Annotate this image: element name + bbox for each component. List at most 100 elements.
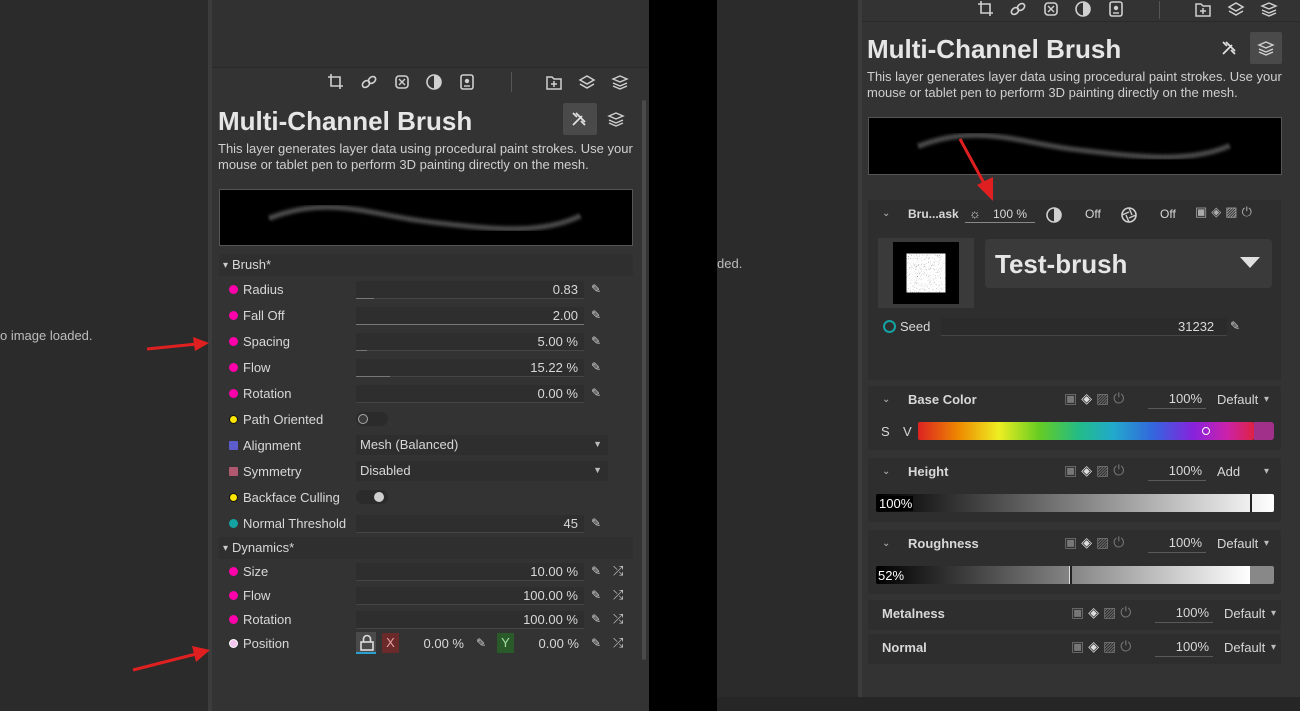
position-x-value[interactable]: 0.00 % <box>402 636 464 651</box>
channel-opacity[interactable]: 100% <box>1155 605 1213 623</box>
layers-down-icon[interactable] <box>578 73 596 91</box>
channel-opacity[interactable]: 100% <box>1148 535 1206 553</box>
chevron-down-icon[interactable]: ⌄ <box>882 394 890 405</box>
edit-icon[interactable]: ✎ <box>591 334 601 348</box>
layers-stack-icon[interactable] <box>1260 0 1278 18</box>
mask-icon[interactable] <box>1107 0 1125 18</box>
param-label: Spacing <box>243 334 290 349</box>
add-layer-icon[interactable] <box>1194 0 1212 18</box>
middle-viewer: ded. <box>717 0 858 711</box>
brush-thumbnail[interactable] <box>878 238 974 308</box>
left-toolbar <box>212 68 649 96</box>
roughness-gradient-slider[interactable]: 52% <box>876 566 1274 584</box>
color-swatch[interactable] <box>1254 422 1274 440</box>
layers-stack-icon[interactable] <box>611 73 629 91</box>
channel-toggle-icons[interactable]: ▣◈▨⏻ <box>1195 204 1256 220</box>
edit-icon[interactable]: ✎ <box>591 308 601 322</box>
blend-mode-dropdown[interactable]: Add <box>1217 464 1240 479</box>
bake-icon[interactable] <box>393 73 411 91</box>
layers-icon[interactable] <box>607 110 625 128</box>
lock-button[interactable] <box>356 632 376 654</box>
contrast-icon[interactable] <box>1074 0 1092 18</box>
edit-icon[interactable]: ✎ <box>591 516 601 530</box>
chevron-down-icon[interactable]: ▾ <box>1264 394 1269 405</box>
shuffle-icon[interactable]: ⤮ <box>613 587 623 603</box>
aperture-icon[interactable] <box>1120 206 1137 223</box>
channel-opacity[interactable]: 100% <box>1148 463 1206 481</box>
shuffle-icon[interactable]: ⤮ <box>613 563 623 579</box>
channel-opacity[interactable]: 100% <box>1155 639 1213 657</box>
layers-icon <box>1257 39 1275 57</box>
brush-mask-header[interactable]: ⌄ Bru...ask ☼ 100 % Off Off ▣◈▨⏻ <box>868 200 1281 228</box>
contrast-icon[interactable] <box>1045 206 1062 223</box>
channel-opacity[interactable]: 100% <box>1148 391 1206 409</box>
param-value: 100.00 % <box>523 588 578 603</box>
channel-toggle-icons[interactable]: ▣◈▨⏻ <box>1064 534 1128 551</box>
param-label: Fall Off <box>243 308 285 323</box>
dynamics-section-header[interactable]: ▾ Dynamics* <box>219 537 633 559</box>
edit-icon[interactable]: ✎ <box>591 386 601 400</box>
intensity-field[interactable]: ☼ 100 % <box>965 205 1035 223</box>
link-icon[interactable] <box>360 73 378 91</box>
height-gradient-slider[interactable]: 100% <box>876 494 1274 512</box>
hue-spectrum-slider[interactable] <box>918 422 1254 440</box>
magenta-channel-dot <box>229 615 238 624</box>
s-label[interactable]: S <box>881 424 890 439</box>
left-scrollbar[interactable] <box>642 100 646 660</box>
chevron-down-icon[interactable]: ▾ <box>1271 642 1276 653</box>
bake-icon[interactable] <box>1042 0 1060 18</box>
shuffle-icon[interactable]: ⤮ <box>613 611 623 627</box>
edit-icon[interactable]: ✎ <box>591 588 601 602</box>
layers-down-icon[interactable] <box>1227 0 1245 18</box>
symmetry-dropdown[interactable]: Disabled ▼ <box>356 461 608 481</box>
param-label: Size <box>243 564 269 579</box>
channel-toggle-icons[interactable]: ▣◈▨⏻ <box>1064 390 1128 407</box>
shuffle-icon[interactable]: ⤮ <box>613 635 623 651</box>
blend-mode-dropdown[interactable]: Default <box>1217 392 1258 407</box>
edit-icon[interactable]: ✎ <box>591 636 601 650</box>
edit-icon[interactable]: ✎ <box>476 636 486 650</box>
blend-mode-dropdown[interactable]: Default <box>1224 606 1265 621</box>
contrast-off-value[interactable]: Off <box>1085 207 1101 221</box>
backface-culling-toggle[interactable] <box>356 490 388 504</box>
alignment-dropdown[interactable]: Mesh (Balanced) ▼ <box>356 435 608 455</box>
add-layer-icon[interactable] <box>545 73 563 91</box>
chevron-down-icon[interactable]: ⌄ <box>882 466 890 477</box>
channel-toggle-icons[interactable]: ▣◈▨⏻ <box>1071 604 1135 621</box>
brush-preset-dropdown[interactable]: Test-brush <box>985 239 1272 288</box>
chevron-down-icon[interactable]: ⌄ <box>882 538 890 549</box>
chevron-down-icon[interactable]: ▾ <box>1271 608 1276 619</box>
toggle-knob <box>374 492 384 502</box>
brush-mode-button[interactable] <box>563 103 597 135</box>
position-y-value[interactable]: 0.00 % <box>517 636 579 651</box>
hue-handle[interactable] <box>1202 427 1210 435</box>
height-handle[interactable] <box>1250 494 1252 512</box>
contrast-icon[interactable] <box>425 73 443 91</box>
crop-icon[interactable] <box>977 0 995 18</box>
edit-icon[interactable]: ✎ <box>591 612 601 626</box>
chevron-down-icon[interactable]: ▾ <box>1264 466 1269 477</box>
path-oriented-toggle[interactable] <box>356 412 388 426</box>
blend-mode-dropdown[interactable]: Default <box>1217 536 1258 551</box>
roughness-handle[interactable] <box>1069 566 1072 584</box>
channel-name: Normal <box>882 640 927 655</box>
channel-toggle-icons[interactable]: ▣◈▨⏻ <box>1064 462 1128 479</box>
edit-icon[interactable]: ✎ <box>591 282 601 296</box>
brush-section-header[interactable]: ▾ Brush* <box>219 254 633 276</box>
crop-icon[interactable] <box>327 73 345 91</box>
blend-mode-dropdown[interactable]: Default <box>1224 640 1265 655</box>
v-label[interactable]: V <box>903 424 912 439</box>
link-icon[interactable] <box>1009 0 1027 18</box>
roughness-bar-value: 52% <box>878 568 905 583</box>
edit-icon[interactable]: ✎ <box>591 360 601 374</box>
mask-icon[interactable] <box>458 73 476 91</box>
edit-icon[interactable]: ✎ <box>1230 319 1240 333</box>
brush-tools-icon[interactable] <box>1220 39 1238 57</box>
edit-icon[interactable]: ✎ <box>591 564 601 578</box>
channel-toggle-icons[interactable]: ▣◈▨⏻ <box>1071 638 1135 655</box>
chevron-down-icon[interactable]: ⌄ <box>882 208 890 219</box>
chevron-down-icon[interactable]: ▾ <box>1264 538 1269 549</box>
path-oriented-label: Path Oriented <box>243 412 324 427</box>
aperture-off-value[interactable]: Off <box>1160 207 1176 221</box>
layers-button[interactable] <box>1250 32 1282 64</box>
